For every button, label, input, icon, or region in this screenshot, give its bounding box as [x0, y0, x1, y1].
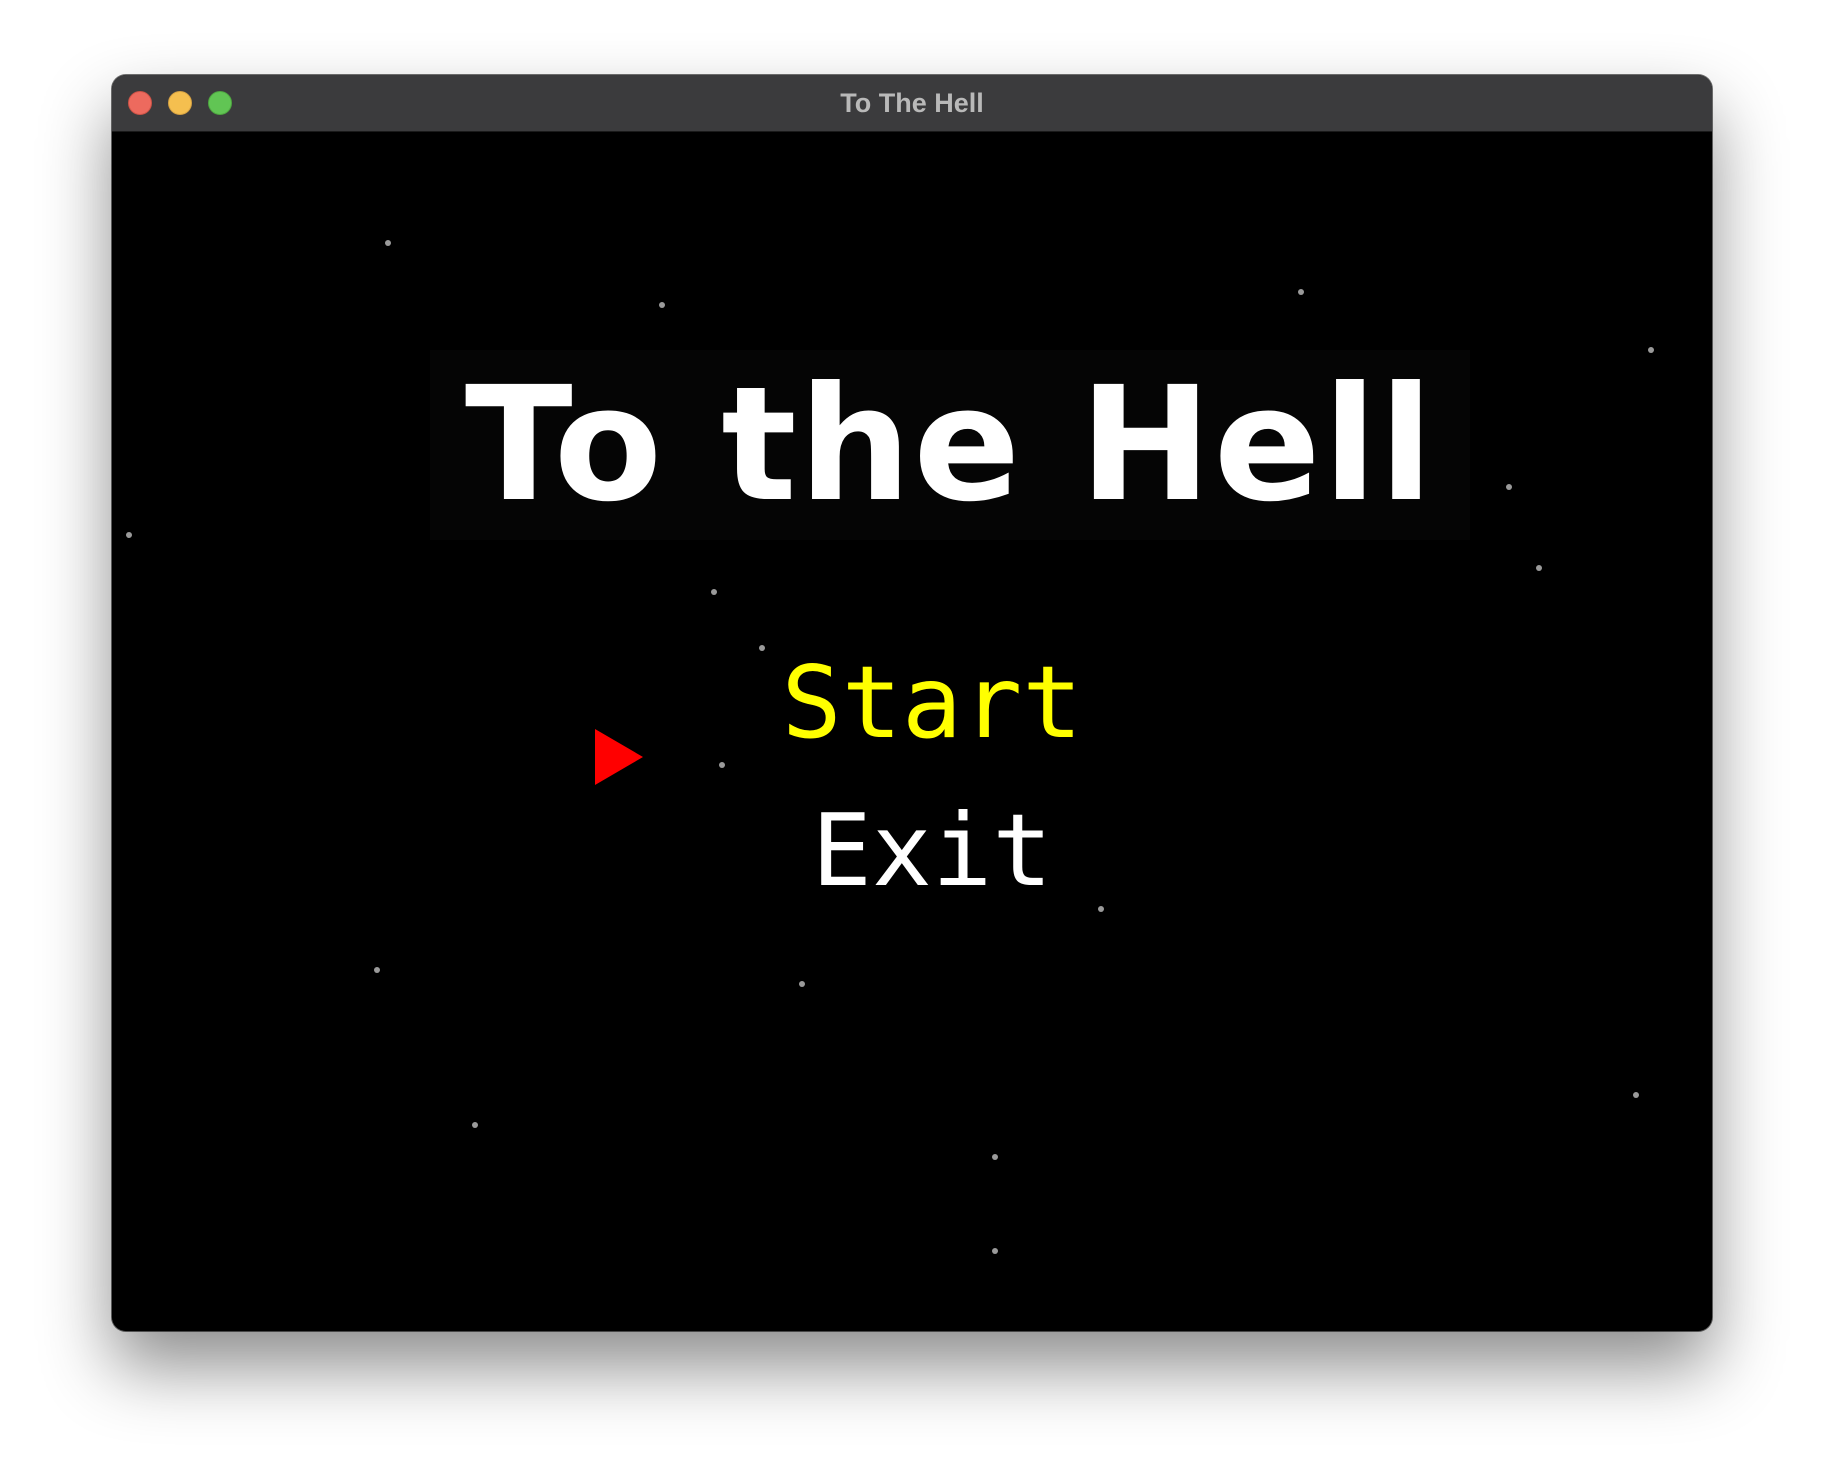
- star: [659, 302, 665, 308]
- star: [1506, 484, 1512, 490]
- star: [1298, 289, 1304, 295]
- game-window: To The Hell To the Hell Start Exit: [112, 75, 1712, 1331]
- star: [992, 1248, 998, 1254]
- game-canvas[interactable]: To the Hell Start Exit: [112, 132, 1712, 1331]
- star: [1536, 565, 1542, 571]
- star: [1648, 347, 1654, 353]
- window-title: To The Hell: [840, 88, 984, 118]
- menu-item-exit[interactable]: Exit: [712, 796, 1152, 906]
- star: [799, 981, 805, 987]
- game-logo: To the Hell: [430, 350, 1470, 540]
- star: [126, 532, 132, 538]
- star: [719, 762, 725, 768]
- game-logo-text: To the Hell: [464, 353, 1436, 537]
- star: [385, 240, 391, 246]
- menu-item-start[interactable]: Start: [712, 648, 1152, 758]
- menu-cursor-icon: [595, 729, 643, 785]
- star: [374, 967, 380, 973]
- star: [1098, 906, 1104, 912]
- star: [992, 1154, 998, 1160]
- star: [1633, 1092, 1639, 1098]
- star: [472, 1122, 478, 1128]
- title-bar[interactable]: To The Hell: [112, 75, 1712, 132]
- star: [711, 589, 717, 595]
